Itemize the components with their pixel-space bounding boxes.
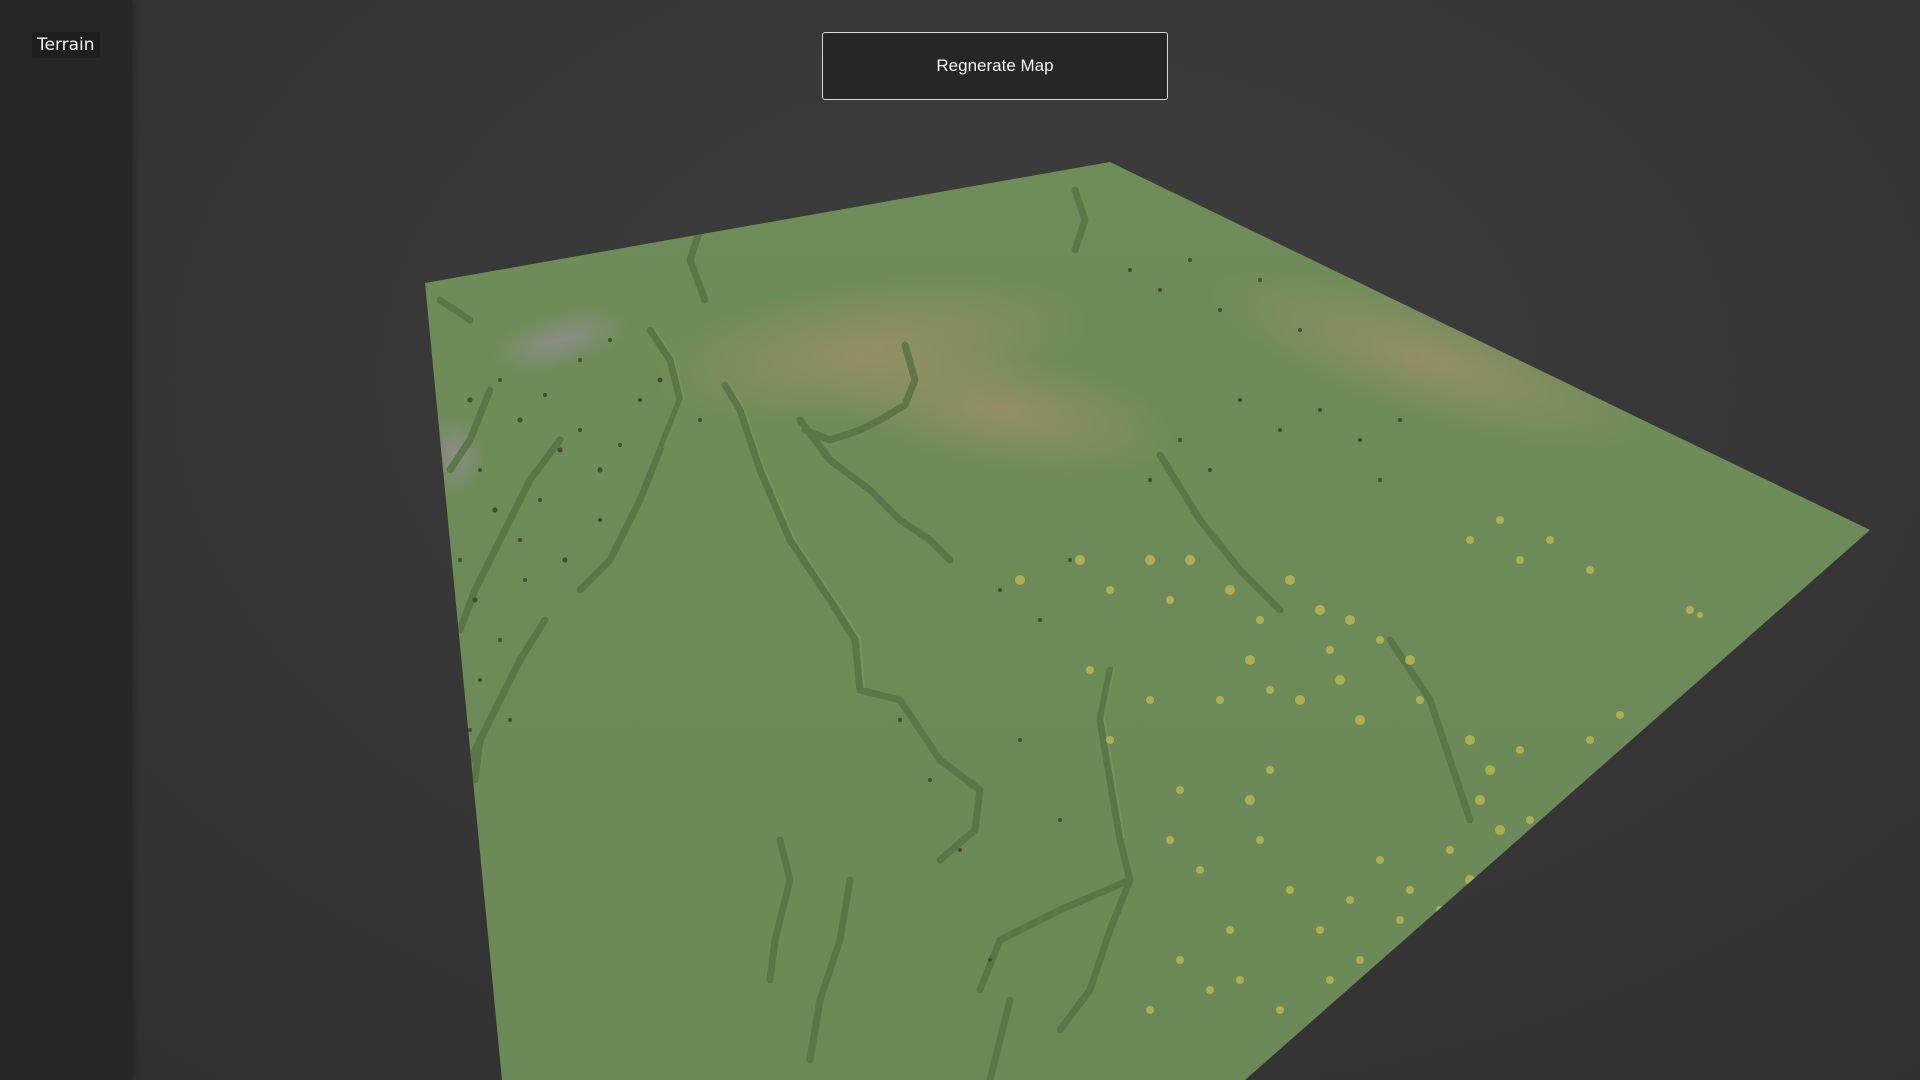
terrain-mesh[interactable] xyxy=(0,0,1920,1080)
sidebar-panel: Terrain xyxy=(0,0,132,1080)
terrain-surface xyxy=(425,162,1870,1080)
sidebar-title: Terrain xyxy=(32,32,100,58)
3d-viewport[interactable]: Terrain Regnerate Map xyxy=(0,0,1920,1080)
regenerate-map-button[interactable]: Regnerate Map xyxy=(822,32,1168,100)
